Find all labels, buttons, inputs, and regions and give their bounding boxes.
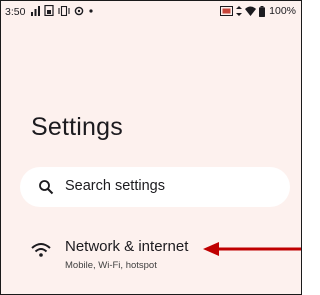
vibrate-icon: [58, 5, 70, 16]
settings-item-title: Network & internet: [65, 238, 189, 255]
phone-screen: 3:50 100% Settings Search settings Netwo…: [0, 0, 302, 295]
status-bar: 3:50 100%: [1, 1, 301, 25]
settings-gear-icon: [74, 6, 84, 15]
data-icon: [236, 6, 243, 16]
status-right-icons: 100%: [220, 5, 296, 17]
page-title: Settings: [31, 113, 123, 141]
battery-icon: [259, 5, 266, 17]
status-time: 3:50: [5, 6, 26, 18]
annotation-arrow: [203, 242, 301, 256]
search-icon: [39, 180, 54, 195]
wifi-icon: [31, 243, 51, 257]
settings-item-subtitle: Mobile, Wi-Fi, hotspot: [65, 260, 157, 271]
wifi-status-icon: [245, 6, 257, 16]
search-placeholder: Search settings: [65, 178, 165, 194]
signal-icon: [31, 5, 40, 16]
status-left-icons: [31, 5, 94, 16]
dot-icon: [89, 8, 93, 13]
cast-icon: [220, 6, 234, 16]
search-bar[interactable]: Search settings: [20, 167, 290, 207]
sim-icon: [44, 5, 54, 16]
battery-percent: 100%: [269, 5, 296, 17]
